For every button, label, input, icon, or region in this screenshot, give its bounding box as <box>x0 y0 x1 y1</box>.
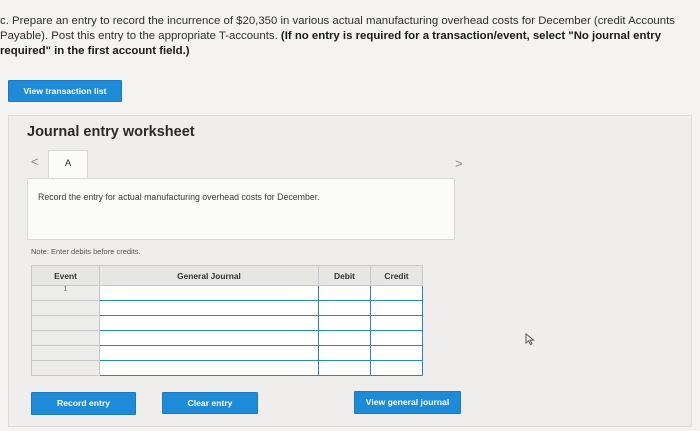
account-input[interactable] <box>99 360 319 376</box>
table-row <box>31 300 423 316</box>
tab-a[interactable]: A <box>48 150 88 178</box>
credit-input[interactable] <box>370 330 423 346</box>
account-input[interactable] <box>99 345 319 361</box>
table-row <box>31 315 423 331</box>
header-credit: Credit <box>370 265 423 286</box>
mouse-cursor-icon <box>525 332 535 348</box>
note-text: Note: Enter debits before credits. <box>31 247 141 256</box>
event-cell <box>31 300 100 316</box>
debit-input[interactable] <box>318 315 371 331</box>
credit-input[interactable] <box>370 300 423 316</box>
debit-input[interactable] <box>318 345 371 361</box>
table-row <box>31 330 423 346</box>
instructions-line-2-bold: (If no entry is required for a transacti… <box>280 30 662 42</box>
event-cell <box>31 315 100 331</box>
next-arrow-icon[interactable]: > <box>455 156 463 171</box>
debit-input[interactable] <box>318 360 371 376</box>
header-debit: Debit <box>318 265 371 286</box>
credit-input[interactable] <box>370 285 423 301</box>
event-cell <box>31 345 100 361</box>
view-transaction-list-button[interactable]: View transaction list <box>8 80 122 102</box>
header-event: Event <box>31 265 100 286</box>
instructions-line-2-text: Payable). Post this entry to the appropr… <box>0 30 281 42</box>
instructions-line-1: c. Prepare an entry to record the incurr… <box>0 15 675 27</box>
table-row <box>31 360 423 376</box>
account-input[interactable] <box>99 330 319 346</box>
instructions-line-3-bold: required" in the first account field.) <box>0 45 190 57</box>
record-entry-button[interactable]: Record entry <box>31 392 136 415</box>
account-input[interactable] <box>99 315 319 331</box>
account-input[interactable] <box>99 300 319 316</box>
journal-entry-table: Event General Journal Debit Credit 1 <box>31 265 423 376</box>
instructions-line-3: required" in the first account field.) <box>0 44 695 59</box>
prev-arrow-icon[interactable]: < <box>31 154 39 169</box>
account-input[interactable] <box>99 285 319 301</box>
credit-input[interactable] <box>370 315 423 331</box>
instructions-line-2: Payable). Post this entry to the appropr… <box>0 29 695 44</box>
table-row <box>31 345 423 361</box>
debit-input[interactable] <box>318 285 371 301</box>
event-cell <box>31 330 100 346</box>
record-instruction-box <box>27 178 455 240</box>
event-number: 1 <box>31 285 100 301</box>
debit-input[interactable] <box>318 330 371 346</box>
credit-input[interactable] <box>370 345 423 361</box>
record-instruction-text: Record the entry for actual manufacturin… <box>38 192 320 202</box>
table-header-row: Event General Journal Debit Credit <box>31 265 423 286</box>
header-general-journal: General Journal <box>99 265 319 286</box>
clear-entry-button[interactable]: Clear entry <box>162 392 258 414</box>
worksheet-title: Journal entry worksheet <box>27 124 195 140</box>
view-general-journal-button[interactable]: View general journal <box>354 391 461 414</box>
credit-input[interactable] <box>370 360 423 376</box>
instructions: c. Prepare an entry to record the incurr… <box>0 14 695 59</box>
debit-input[interactable] <box>318 300 371 316</box>
event-cell <box>31 360 100 376</box>
table-row: 1 <box>31 285 423 301</box>
